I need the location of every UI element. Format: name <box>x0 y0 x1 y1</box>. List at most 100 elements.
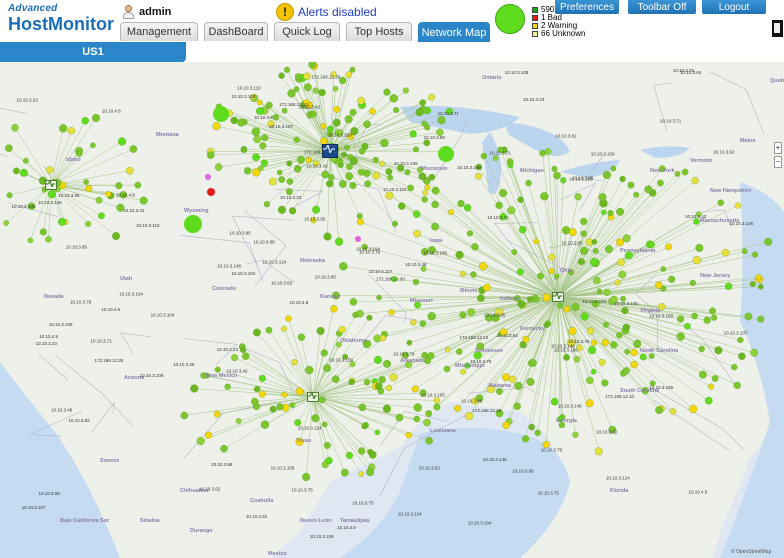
host-node[interactable] <box>610 165 617 172</box>
host-node[interactable] <box>253 135 262 144</box>
host-node[interactable] <box>325 456 333 465</box>
host-node[interactable] <box>648 353 655 359</box>
host-node[interactable] <box>352 311 359 319</box>
host-node[interactable] <box>281 325 288 332</box>
host-node[interactable] <box>286 160 293 167</box>
host-node[interactable] <box>383 88 391 96</box>
host-node[interactable] <box>600 209 607 216</box>
host-node[interactable] <box>553 171 561 180</box>
host-node[interactable] <box>45 236 52 243</box>
host-node[interactable] <box>312 87 319 94</box>
host-node[interactable] <box>393 107 400 114</box>
host-node[interactable] <box>477 294 485 302</box>
tab-network-map[interactable]: Network Map <box>418 22 490 42</box>
host-node[interactable] <box>258 374 266 382</box>
host-node[interactable] <box>617 258 625 267</box>
host-node[interactable] <box>333 106 341 113</box>
host-node[interactable] <box>561 226 571 235</box>
host-node[interactable] <box>379 334 387 342</box>
host-node[interactable] <box>251 127 260 136</box>
host-node[interactable] <box>413 415 421 423</box>
host-node[interactable] <box>303 83 312 92</box>
host-node[interactable] <box>544 148 552 155</box>
host-node[interactable] <box>293 136 300 143</box>
host-node[interactable] <box>580 312 589 321</box>
host-node[interactable] <box>345 71 353 79</box>
host-node[interactable] <box>356 213 363 220</box>
host-node[interactable] <box>375 382 383 390</box>
host-node[interactable] <box>289 402 296 408</box>
host-node[interactable] <box>349 298 358 306</box>
host-node[interactable] <box>320 349 328 357</box>
host-node[interactable] <box>507 206 516 215</box>
host-node[interactable] <box>283 66 290 73</box>
host-node[interactable] <box>717 199 724 206</box>
host-node[interactable] <box>5 144 13 153</box>
host-node[interactable] <box>388 309 395 316</box>
host-node[interactable] <box>361 422 368 430</box>
host-node[interactable] <box>757 315 765 323</box>
host-node[interactable] <box>231 354 239 362</box>
host-node[interactable] <box>289 207 297 215</box>
host-node[interactable] <box>603 288 611 297</box>
host-node[interactable] <box>749 281 756 288</box>
host-node[interactable] <box>295 73 302 80</box>
host-node[interactable] <box>297 333 305 341</box>
host-node[interactable] <box>424 184 431 191</box>
host-node[interactable] <box>619 175 626 183</box>
host-node[interactable] <box>349 361 356 368</box>
host-node[interactable] <box>321 170 330 179</box>
network-map[interactable]: Ontario Quebec Montana Idaho Wyoming Utah Neva… <box>0 62 784 558</box>
host-node[interactable] <box>427 352 435 360</box>
host-node[interactable] <box>710 314 718 321</box>
host-node[interactable] <box>590 339 598 346</box>
host-node[interactable] <box>459 311 467 319</box>
host-node[interactable] <box>592 247 599 254</box>
host-node[interactable] <box>714 346 723 355</box>
host-node[interactable] <box>428 93 436 101</box>
host-node[interactable] <box>265 326 273 334</box>
host-node[interactable] <box>622 234 631 243</box>
host-node[interactable] <box>47 190 57 199</box>
host-node[interactable] <box>590 368 597 375</box>
host-node[interactable] <box>537 272 544 280</box>
host-node[interactable] <box>346 163 353 170</box>
host-node[interactable] <box>586 376 594 385</box>
host-node[interactable] <box>475 172 482 180</box>
host-node[interactable] <box>310 110 317 118</box>
host-node-alert[interactable] <box>355 236 361 242</box>
preferences-button[interactable]: Preferences <box>555 0 619 14</box>
host-node[interactable] <box>724 282 733 290</box>
host-node[interactable] <box>755 274 762 281</box>
host-node-large[interactable] <box>438 146 454 162</box>
host-node[interactable] <box>261 134 269 142</box>
host-node[interactable] <box>633 191 640 198</box>
tab-management[interactable]: Management <box>120 22 198 41</box>
host-node[interactable] <box>622 367 630 375</box>
host-node[interactable] <box>563 354 570 361</box>
host-node[interactable] <box>548 268 555 275</box>
host-node[interactable] <box>243 167 252 175</box>
host-node[interactable] <box>568 326 577 336</box>
host-node[interactable] <box>395 413 404 422</box>
host-node[interactable] <box>389 373 398 382</box>
host-node[interactable] <box>385 168 393 176</box>
toolbar-off-button[interactable]: Toolbar Off <box>628 0 696 14</box>
host-node[interactable] <box>339 180 347 188</box>
host-node[interactable] <box>598 193 607 202</box>
host-node[interactable] <box>703 316 711 324</box>
host-node[interactable] <box>387 174 394 181</box>
host-node[interactable] <box>528 358 537 367</box>
host-node[interactable] <box>428 173 436 181</box>
host-node[interactable] <box>630 360 638 369</box>
host-node[interactable] <box>506 158 514 165</box>
host-node[interactable] <box>602 170 611 179</box>
host-node[interactable] <box>369 107 376 115</box>
host-node[interactable] <box>580 246 589 255</box>
host-node[interactable] <box>508 375 517 383</box>
host-node[interactable] <box>214 163 223 171</box>
host-node[interactable] <box>418 172 427 181</box>
host-node[interactable] <box>357 96 366 105</box>
host-node[interactable] <box>389 94 398 103</box>
host-node[interactable] <box>129 145 138 153</box>
